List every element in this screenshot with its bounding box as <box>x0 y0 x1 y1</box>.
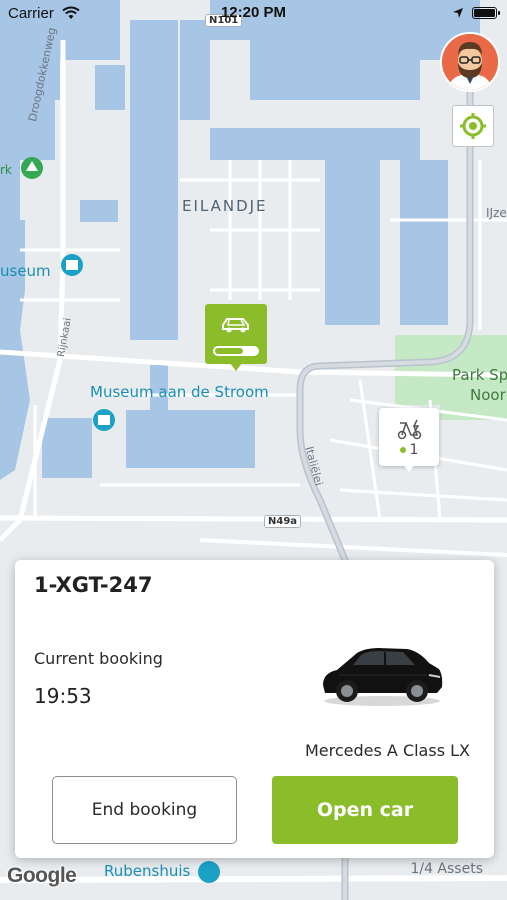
scooter-charging-icon <box>397 419 422 440</box>
asset-available-dot <box>399 447 406 453</box>
my-location-button[interactable] <box>452 105 494 147</box>
google-logo: Google <box>7 864 77 887</box>
map-label-rubenshuis: Rubenshuis <box>104 862 191 880</box>
map-label-ijzer: IJze <box>486 206 507 220</box>
asset-count: 1 <box>379 442 439 458</box>
map-label-eilandje: EILANDJE <box>182 197 268 215</box>
car-image <box>323 648 443 706</box>
location-arrow-icon <box>453 8 463 18</box>
user-avatar[interactable] <box>440 32 500 92</box>
clock-time: 12:20 PM <box>220 4 287 21</box>
avatar-illustration <box>442 34 498 90</box>
booking-timer: 19:53 <box>34 684 92 708</box>
asset-count-value: 1 <box>409 442 419 458</box>
battery-level-fill <box>215 348 244 354</box>
crosshair-icon <box>460 113 486 139</box>
car-icon <box>222 318 249 333</box>
status-bar: Carrier 12:20 PM <box>0 0 507 28</box>
end-booking-button[interactable]: End booking <box>52 776 237 844</box>
map-label-park-spoor-2: Noor <box>470 386 506 404</box>
open-car-button[interactable]: Open car <box>272 776 458 844</box>
license-plate: 1-XGT-247 <box>34 573 153 597</box>
current-booking-label: Current booking <box>34 649 163 668</box>
map-label-park-spoor-1: Park Sp <box>452 366 507 384</box>
booking-card: 1-XGT-247 Current booking 19:53 Mercedes… <box>15 560 494 858</box>
map-label-park-left: rk <box>0 163 12 177</box>
assets-counter: 1/4 Assets <box>410 861 483 877</box>
map-label-museum-aan-de-stroom: Museum aan de Stroom <box>90 383 269 401</box>
car-marker-pointer <box>230 363 242 371</box>
battery-icon <box>472 7 500 19</box>
map-label-museum: useum <box>0 262 51 280</box>
car-model-name: Mercedes A Class LX <box>304 741 470 760</box>
road-badge-n49a: N49a <box>264 515 302 528</box>
asset-marker-pointer <box>403 464 415 472</box>
battery-level-bar <box>213 346 259 356</box>
asset-map-marker[interactable]: 1 <box>379 408 439 466</box>
car-map-marker[interactable] <box>205 304 267 364</box>
